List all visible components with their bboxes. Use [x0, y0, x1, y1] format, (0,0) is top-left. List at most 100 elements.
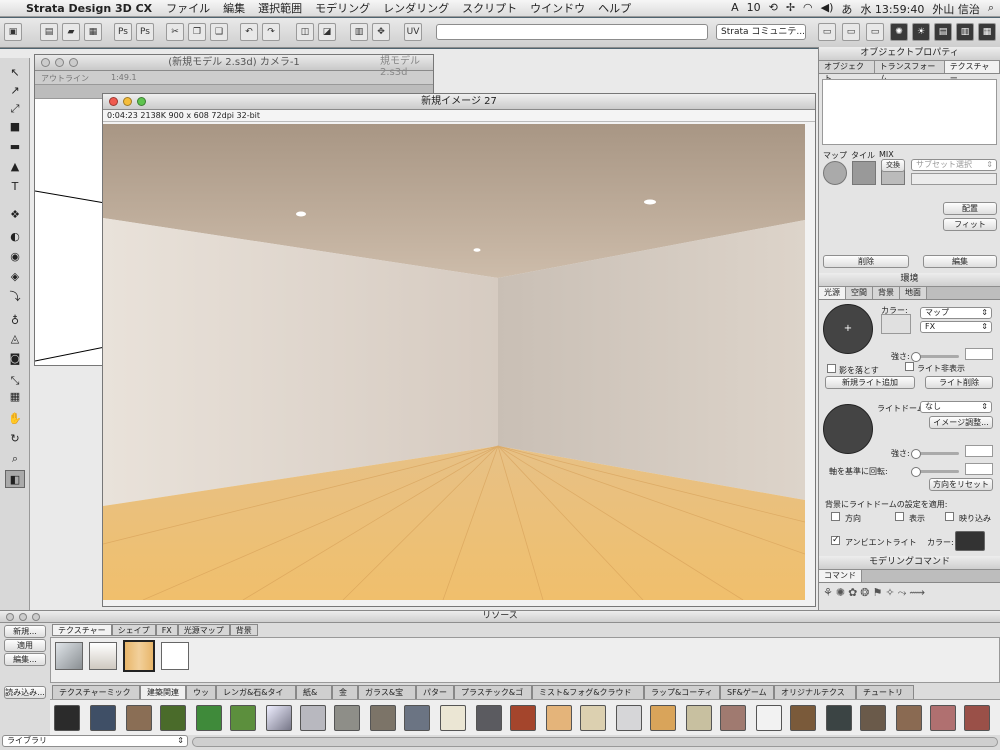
library-texture-moss[interactable] — [160, 705, 186, 731]
menu-script[interactable]: スクリプト — [462, 0, 517, 16]
library-texture-dark-wood[interactable] — [790, 705, 816, 731]
menu-modeling[interactable]: モデリング — [315, 0, 370, 16]
category-glass-gem[interactable]: ガラス&宝石 — [358, 685, 416, 710]
lighting-icon[interactable]: ☀ — [912, 23, 930, 41]
place-button[interactable]: 配置 — [943, 202, 997, 215]
save-icon[interactable]: ▦ — [84, 23, 102, 41]
light-bulb-icon[interactable]: ♁ — [5, 312, 25, 330]
menu-rendering[interactable]: レンダリング — [383, 0, 449, 16]
model-window-titlebar[interactable]: (新規モデル 2.s3d) カメラ-1 — [35, 55, 433, 71]
fit-button[interactable]: フィット — [943, 218, 997, 231]
subset-field[interactable] — [911, 173, 997, 185]
library-texture-mixed-brick[interactable] — [720, 705, 746, 731]
shadow-checkbox[interactable] — [827, 364, 836, 373]
library-texture-grass[interactable] — [196, 705, 222, 731]
camera-tool-icon[interactable]: ◙ — [5, 350, 25, 368]
light-direction-sphere[interactable]: + — [823, 304, 873, 354]
library-scrollbar[interactable] — [192, 737, 998, 747]
library-texture-rough-stone[interactable] — [334, 705, 360, 731]
modeling-commands-title[interactable]: モデリングコマンド — [819, 556, 1000, 570]
lathe-icon[interactable]: ◐ — [5, 228, 25, 246]
category-paper-cloth[interactable]: 紙&布 — [296, 685, 332, 710]
tab-space[interactable]: 空間 — [846, 287, 873, 299]
spotlight-tool-icon[interactable]: ◬ — [5, 330, 25, 348]
library-texture-parquet[interactable] — [650, 705, 676, 731]
light-dome-dropdown[interactable]: なし — [920, 401, 992, 413]
tab-fx[interactable]: FX — [155, 624, 178, 636]
texture-thumb-white-plaster[interactable] — [89, 642, 117, 670]
library-texture-cream-tile[interactable] — [440, 705, 466, 731]
render-window-titlebar[interactable]: 新規イメージ 27 — [103, 94, 815, 110]
ambient-checkbox[interactable]: ✓ — [831, 536, 840, 545]
library-texture-brown-stone[interactable] — [126, 705, 152, 731]
map-dropdown[interactable]: マップ — [920, 307, 992, 319]
category-brick-stone-tile[interactable]: レンガ&石&タイル — [216, 685, 296, 710]
wifi-icon[interactable]: ◠ — [803, 1, 813, 17]
texture-thumb-wood-floor[interactable] — [123, 640, 155, 672]
tab-transform[interactable]: トランスフォーム — [874, 61, 945, 83]
community-dropdown[interactable]: Strata コミュニテ... — [716, 24, 806, 40]
clock[interactable]: 水 13:59:40 — [860, 1, 924, 17]
new-resource-button[interactable]: 新規... — [4, 625, 46, 638]
zoom-window-icon[interactable] — [69, 58, 78, 67]
menu-file[interactable]: ファイル — [166, 0, 210, 16]
category-wood[interactable]: ウッド — [186, 685, 216, 710]
hide-light-checkbox[interactable] — [905, 362, 914, 371]
swap-button[interactable]: 交換 — [881, 159, 905, 172]
category-architecture[interactable]: 建築関連 — [140, 685, 186, 699]
redo-icon[interactable]: ↷ — [262, 23, 280, 41]
library-texture-roof-shingle[interactable] — [860, 705, 886, 731]
close-icon[interactable] — [41, 58, 50, 67]
category-mist-fog-cloud[interactable]: ミスト&フォグ&クラウド&空間 — [532, 685, 644, 710]
library-texture-cobblestone[interactable] — [370, 705, 396, 731]
environment-title[interactable]: 環境 — [819, 273, 1000, 287]
undo-icon[interactable]: ↶ — [240, 23, 258, 41]
photoshop-export-icon[interactable]: Ps — [114, 23, 132, 41]
zoom-window-icon[interactable] — [137, 97, 146, 106]
copy-icon[interactable]: ❐ — [188, 23, 206, 41]
settings-icon[interactable]: ✺ — [890, 23, 908, 41]
reflect-checkbox[interactable] — [945, 512, 954, 521]
dome-strength-slider[interactable] — [911, 449, 959, 459]
terrain-icon[interactable]: ▲ — [5, 158, 25, 176]
select-arrow-icon[interactable]: ↖ — [5, 64, 25, 82]
tab-textures[interactable]: テクスチャー — [52, 624, 112, 636]
spotlight-icon[interactable]: ⌕ — [988, 1, 994, 17]
resources-icon[interactable]: ▤ — [934, 23, 952, 41]
direction-checkbox[interactable] — [831, 512, 840, 521]
render-icon[interactable]: ◫ — [296, 23, 314, 41]
library-texture-pink-brick[interactable] — [930, 705, 956, 731]
photoshop-layers-icon[interactable]: Ps — [136, 23, 154, 41]
ambient-color-swatch[interactable] — [955, 531, 985, 551]
grid-icon[interactable]: ▦ — [5, 388, 25, 406]
user-name[interactable]: 外山 信治 — [932, 1, 980, 17]
app-name-menu[interactable]: Strata Design 3D CX — [26, 2, 152, 15]
menu-window[interactable]: ウインドウ — [530, 0, 585, 16]
library-texture-concrete[interactable] — [300, 705, 326, 731]
library-texture-black[interactable] — [54, 705, 80, 731]
object-properties-title[interactable]: オブジェクトプロパティ — [819, 47, 1000, 61]
render-tool-icon[interactable]: ◧ — [5, 470, 25, 488]
render-region-icon[interactable]: ◪ — [318, 23, 336, 41]
scale-label[interactable]: 1:49.1 — [111, 73, 137, 82]
tab-backgrounds[interactable]: 背景 — [229, 624, 258, 636]
move-arrow-icon[interactable]: ↗ — [5, 82, 25, 100]
library-texture-white-tile[interactable] — [756, 705, 782, 731]
new-light-button[interactable]: 新規ライト追加 — [825, 376, 915, 389]
time-machine-icon[interactable]: ⟲ — [769, 1, 778, 17]
edit-texture-button[interactable]: 編集 — [923, 255, 997, 268]
paste-icon[interactable]: ❑ — [210, 23, 228, 41]
category-texture-mix[interactable]: テクスチャーミックス — [52, 685, 140, 710]
cube-icon[interactable]: ■ — [5, 118, 25, 136]
category-metal[interactable]: 金属 — [332, 685, 358, 710]
light-color-swatch[interactable] — [881, 314, 911, 334]
tile-preview[interactable] — [852, 161, 876, 185]
snap-icon[interactable]: ✥ — [372, 23, 390, 41]
library-texture-hedge[interactable] — [230, 705, 256, 731]
apply-resource-button[interactable]: 適用 — [4, 639, 46, 652]
close-icon[interactable] — [6, 613, 14, 621]
library-dropdown[interactable]: ライブラリ — [2, 735, 188, 747]
category-sf-game[interactable]: SF&ゲーム — [720, 685, 774, 699]
menu-selection[interactable]: 選択範囲 — [258, 0, 302, 16]
library-texture-dark-slate[interactable] — [826, 705, 852, 731]
